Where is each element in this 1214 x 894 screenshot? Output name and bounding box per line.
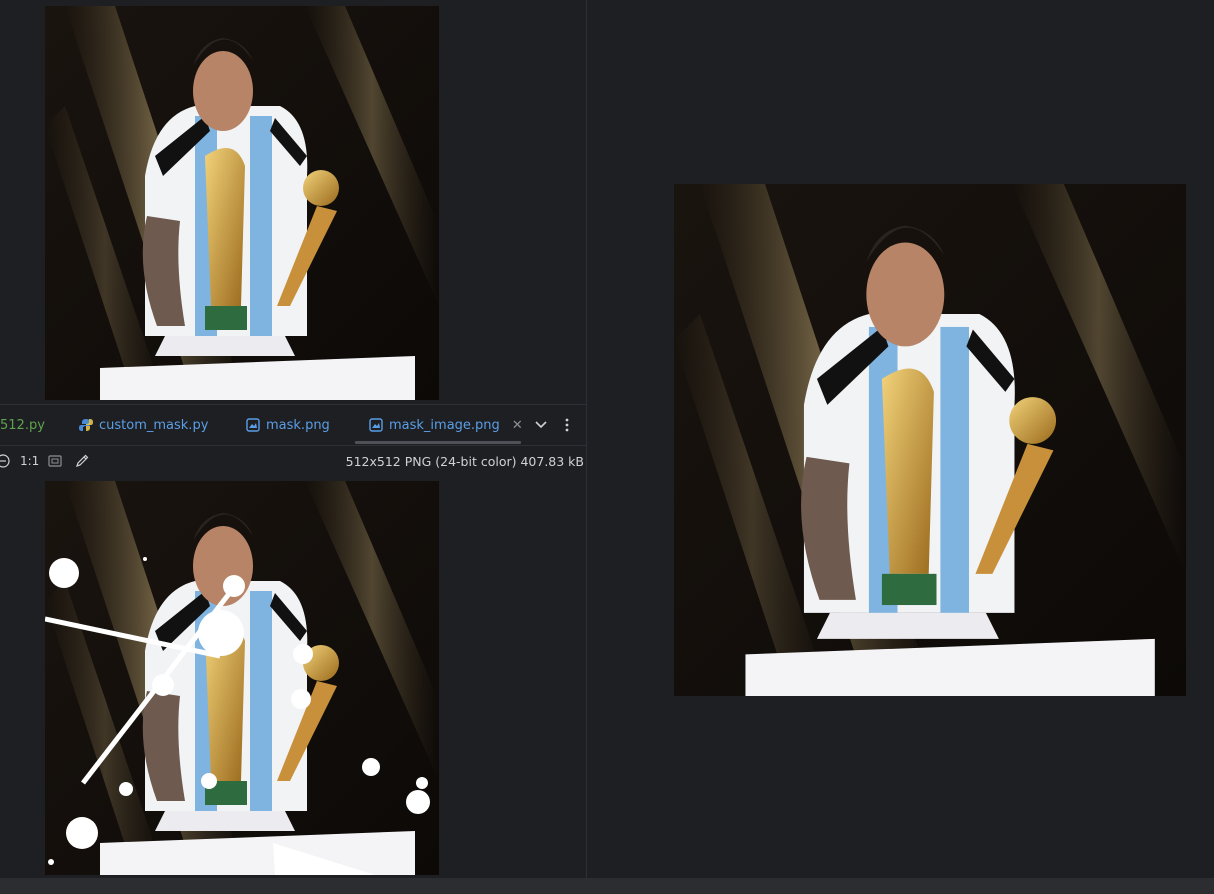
status-bar (0, 878, 1214, 894)
active-tab-indicator (355, 441, 521, 444)
more-vertical-icon[interactable] (559, 415, 575, 435)
zoom-out-icon[interactable] (0, 453, 10, 469)
python-file-icon (79, 418, 93, 432)
tab-mask-image-png[interactable]: mask_image.png ✕ (369, 405, 523, 445)
fit-to-window-icon[interactable] (48, 453, 62, 469)
result-image-graphic (674, 184, 1186, 696)
image-file-icon (369, 418, 383, 432)
original-image-preview (45, 6, 439, 400)
result-image-preview (674, 184, 1186, 696)
right-preview-pane (587, 0, 1214, 878)
left-editor-pane: 512.py custom_mask.py mask.png mask_imag… (0, 0, 586, 878)
mask-image-graphic (45, 481, 439, 875)
close-icon[interactable]: ✕ (512, 418, 523, 433)
chevron-down-icon[interactable] (531, 415, 551, 435)
image-file-icon (246, 418, 260, 432)
image-viewer-toolbar: 1:1 512x512 PNG (24-bit color) 407.83 kB (0, 445, 586, 479)
tab-custom-mask-py[interactable]: custom_mask.py (79, 405, 208, 445)
color-picker-icon[interactable] (75, 453, 89, 469)
editor-tab-bar: 512.py custom_mask.py mask.png mask_imag… (0, 404, 586, 446)
zoom-actual-size-button[interactable]: 1:1 (20, 453, 39, 469)
tab-mask-png[interactable]: mask.png (246, 405, 330, 445)
tab-512-py[interactable]: 512.py (0, 405, 45, 445)
original-image-graphic (45, 6, 439, 400)
mask-image-preview (45, 481, 439, 875)
image-info-label: 512x512 PNG (24-bit color) 407.83 kB (345, 454, 584, 469)
